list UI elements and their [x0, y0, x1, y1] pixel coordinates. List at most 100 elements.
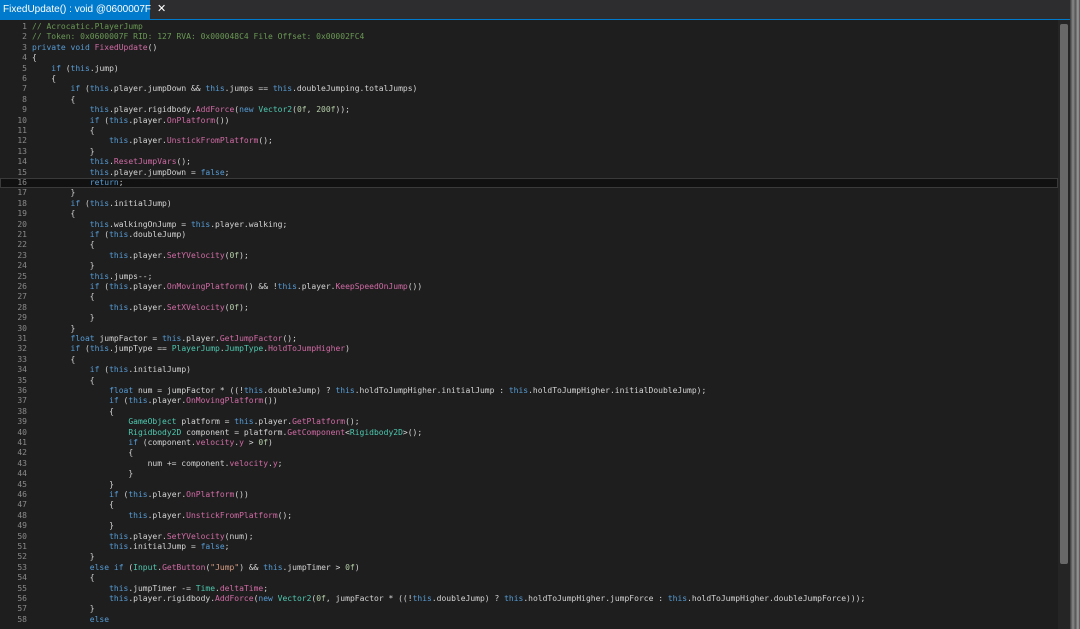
close-icon[interactable]: ✕ [157, 4, 166, 15]
line-number: 18 [17, 198, 27, 208]
code-token: velocity [229, 458, 269, 468]
line-number: 42 [17, 448, 27, 458]
code-line[interactable]: 52 } [0, 552, 1058, 562]
code-line[interactable]: 7 if (this.player.jumpDown && this.jumps… [0, 84, 1058, 94]
code-line[interactable]: 21 if (this.doubleJump) [0, 230, 1058, 240]
code-line[interactable]: 45 } [0, 480, 1058, 490]
code-line[interactable]: 37 if (this.player.OnMovingPlatform()) [0, 396, 1058, 406]
code-line[interactable]: 14 this.ResetJumpVars(); [0, 157, 1058, 167]
code-token: ( [80, 198, 90, 208]
line-number: 2 [22, 32, 27, 42]
code-token: this [128, 510, 148, 520]
code-line[interactable]: 18 if (this.initialJump) [0, 199, 1058, 209]
code-line[interactable]: 28 this.player.SetXVelocity(0f); [0, 303, 1058, 313]
code-line[interactable]: 54 { [0, 573, 1058, 583]
line-number: 5 [22, 63, 27, 73]
code-line[interactable]: 12 this.player.UnstickFromPlatform(); [0, 136, 1058, 146]
code-line[interactable]: 44 } [0, 469, 1058, 479]
code-line[interactable]: 24 } [0, 261, 1058, 271]
line-number: 21 [17, 230, 27, 239]
code-line[interactable]: 42 { [0, 448, 1058, 458]
code-token: private [32, 42, 66, 52]
code-line[interactable]: 56 this.player.rigidbody.AddForce(new Ve… [0, 594, 1058, 604]
code-token: ; [224, 167, 230, 177]
code-line[interactable]: 53 else if (Input.GetButton("Jump") && t… [0, 563, 1058, 573]
code-token: false [200, 542, 225, 551]
code-line[interactable]: 6 { [0, 74, 1058, 84]
code-text: GameObject platform = this.player.GetPla… [32, 417, 359, 427]
line-number: 12 [17, 136, 27, 146]
code-line[interactable]: 27 { [0, 292, 1058, 302]
code-line[interactable]: 5 if (this.jump) [0, 64, 1058, 74]
code-line[interactable]: 23 this.player.SetYVelocity(0f); [0, 251, 1058, 261]
code-line[interactable]: 48 this.player.UnstickFromPlatform(); [0, 511, 1058, 521]
code-token: ) [354, 562, 360, 572]
code-line[interactable]: 30 } [0, 324, 1058, 334]
code-token: { [32, 94, 76, 104]
code-line[interactable]: 10 if (this.player.OnPlatform()) [0, 116, 1058, 126]
line-number: 23 [17, 250, 27, 260]
code-line[interactable]: 43 num += component.velocity.y; [0, 459, 1058, 469]
code-line[interactable]: 34 if (this.initialJump) [0, 365, 1058, 375]
code-line[interactable]: 57 } [0, 604, 1058, 614]
code-line[interactable]: 38 { [0, 407, 1058, 417]
code-token: Rigidbody2D [349, 427, 403, 437]
code-line[interactable]: 49 } [0, 521, 1058, 531]
code-line[interactable]: 41 if (component.velocity.y > 0f) [0, 438, 1058, 448]
code-line[interactable]: 15 this.player.jumpDown = false; [0, 168, 1058, 178]
code-line[interactable]: 35 { [0, 376, 1058, 386]
code-token: platform = [176, 417, 235, 427]
code-token: (component. [137, 438, 196, 447]
code-line[interactable]: 9 this.player.rigidbody.AddForce(new Vec… [0, 105, 1058, 115]
code-line[interactable]: 25 this.jumps--; [0, 272, 1058, 282]
code-line[interactable]: 47 { [0, 500, 1058, 510]
code-line[interactable]: 39 GameObject platform = this.player.Get… [0, 417, 1058, 427]
code-line[interactable]: 16 return; [0, 178, 1058, 189]
code-line[interactable]: 31 float jumpFactor = this.player.GetJum… [0, 334, 1058, 344]
code-line[interactable]: 50 this.player.SetYVelocity(num); [0, 532, 1058, 542]
code-line[interactable]: 19 { [0, 209, 1058, 219]
code-line[interactable]: 58 else [0, 615, 1058, 625]
line-number: 37 [17, 396, 27, 406]
code-text: } [32, 604, 95, 614]
code-line[interactable]: 51 this.initialJump = false; [0, 542, 1058, 552]
code-token: )); [335, 105, 350, 115]
code-line[interactable]: 32 if (this.jumpType == PlayerJump.JumpT… [0, 344, 1058, 354]
code-token: .holdToJumpHigher.jumpForce : [523, 594, 668, 603]
code-token: } [32, 552, 95, 562]
code-line[interactable]: 2 // Token: 0x0600007F RID: 127 RVA: 0x00… [0, 32, 1058, 42]
code-line[interactable]: 33 { [0, 355, 1058, 365]
code-token: { [32, 74, 57, 83]
vertical-scrollbar[interactable] [1058, 20, 1070, 629]
code-line[interactable]: 8 { [0, 95, 1058, 105]
line-number: 54 [17, 573, 27, 583]
code-line[interactable]: 40 Rigidbody2D component = platform.GetC… [0, 428, 1058, 438]
scrollbar-thumb[interactable] [1060, 24, 1068, 564]
code-line[interactable]: 17 } [0, 188, 1058, 198]
code-line[interactable]: 36 float num = jumpFactor * ((!this.doub… [0, 386, 1058, 396]
code-line[interactable]: 22 { [0, 240, 1058, 250]
code-token: 0f [316, 594, 326, 603]
code-token: } [32, 313, 95, 323]
code-token: GetJumpFactor [219, 334, 283, 343]
code-line[interactable]: 4{ [0, 53, 1058, 63]
code-line[interactable]: 11 { [0, 126, 1058, 136]
code-line[interactable]: 20 this.walkingOnJump = this.player.walk… [0, 220, 1058, 230]
code-token: this [109, 365, 129, 375]
tab-fixedupdate[interactable]: FixedUpdate() : void @0600007F ✕ [0, 0, 166, 19]
code-line[interactable]: 13 } [0, 147, 1058, 157]
code-line[interactable]: 26 if (this.player.OnMovingPlatform() &&… [0, 282, 1058, 292]
code-text: { [32, 573, 95, 583]
code-line[interactable]: 3 private void FixedUpdate() [0, 43, 1058, 53]
code-editor[interactable]: 1 // Acrocatic.PlayerJump 2 // Token: 0x060… [0, 20, 1058, 629]
code-line[interactable]: 55 this.jumpTimer -= Time.deltaTime; [0, 584, 1058, 594]
code-token: this [109, 282, 129, 291]
code-line[interactable]: 29 } [0, 313, 1058, 323]
code-line[interactable]: 46 if (this.player.OnPlatform()) [0, 490, 1058, 500]
code-text: this.player.rigidbody.AddForce(new Vecto… [32, 105, 350, 115]
code-line[interactable]: 1 // Acrocatic.PlayerJump [0, 22, 1058, 32]
